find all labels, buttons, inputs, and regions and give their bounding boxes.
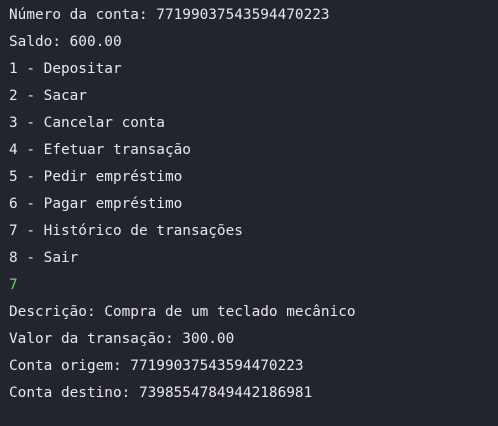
menu-option-cancel-account: 3 - Cancelar conta xyxy=(9,115,165,131)
transaction-description: Descrição: Compra de um teclado mecânico xyxy=(9,304,356,320)
menu-option-pay-loan: 6 - Pagar empréstimo xyxy=(9,196,183,212)
menu-option-transaction-history: 7 - Histórico de transações xyxy=(9,223,243,239)
menu-option-make-transaction: 4 - Efetuar transação xyxy=(9,142,191,158)
terminal-window[interactable]: Número da conta: 77199037543594470223 Sa… xyxy=(0,0,498,426)
menu-option-exit: 8 - Sair xyxy=(9,250,79,266)
menu-option-request-loan: 5 - Pedir empréstimo xyxy=(9,169,183,185)
menu-option-deposit: 1 - Depositar xyxy=(9,61,122,77)
balance-line: Saldo: 600.00 xyxy=(9,34,122,50)
user-input-echo: 7 xyxy=(9,277,18,293)
transaction-origin-account: Conta origem: 77199037543594470223 xyxy=(9,358,304,374)
transaction-destination-account: Conta destino: 73985547849442186981 xyxy=(9,385,313,401)
transaction-amount: Valor da transação: 300.00 xyxy=(9,331,235,347)
account-number-line: Número da conta: 77199037543594470223 xyxy=(9,7,330,23)
menu-option-withdraw: 2 - Sacar xyxy=(9,88,87,104)
